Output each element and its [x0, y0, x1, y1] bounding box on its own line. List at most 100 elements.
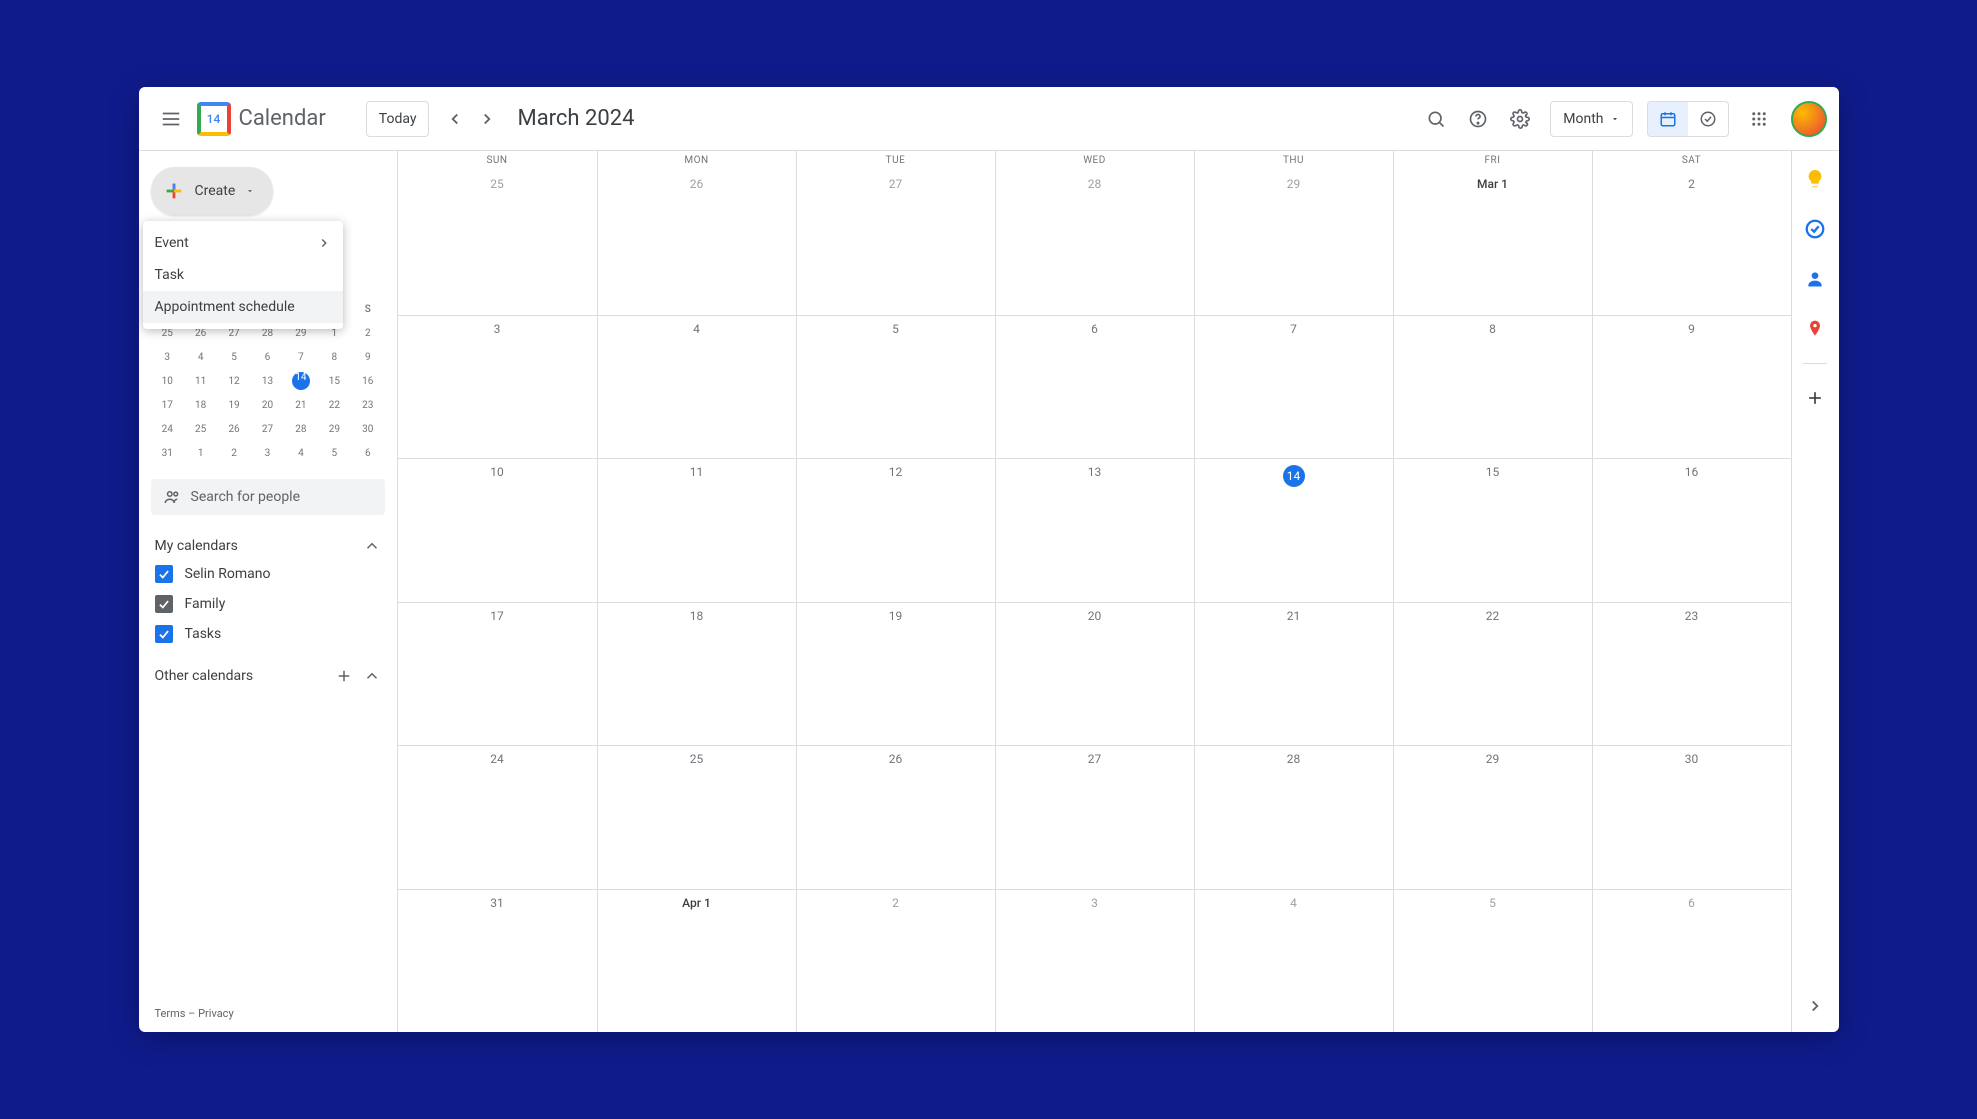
mini-date[interactable]: 6	[351, 441, 384, 465]
mini-date[interactable]: 25	[184, 417, 217, 441]
mini-date[interactable]: 2	[351, 321, 384, 345]
checkbox[interactable]	[155, 565, 173, 583]
day-cell[interactable]: Mar 1	[1393, 171, 1592, 315]
support-button[interactable]	[1458, 99, 1498, 139]
day-cell[interactable]: 31	[398, 890, 597, 1033]
mini-date[interactable]: 22	[318, 393, 351, 417]
day-cell[interactable]: 26	[796, 746, 995, 889]
side-app-add[interactable]	[1799, 382, 1831, 414]
mini-date[interactable]: 16	[351, 369, 384, 393]
mini-date[interactable]: 14	[284, 369, 317, 393]
day-cell[interactable]: 12	[796, 459, 995, 602]
day-cell[interactable]: 22	[1393, 603, 1592, 746]
day-cell[interactable]: 4	[597, 316, 796, 459]
side-app-tasks[interactable]	[1799, 213, 1831, 245]
mini-date[interactable]: 13	[251, 369, 284, 393]
create-menu-appointment-schedule[interactable]: Appointment schedule	[143, 291, 343, 323]
checkbox[interactable]	[155, 625, 173, 643]
mini-date[interactable]: 21	[284, 393, 317, 417]
logo[interactable]: 14 Calendar	[197, 102, 326, 136]
mini-date[interactable]: 10	[151, 369, 184, 393]
day-cell[interactable]: 29	[1194, 171, 1393, 315]
day-cell[interactable]: 14	[1194, 459, 1393, 602]
mini-date[interactable]: 12	[217, 369, 250, 393]
mini-date[interactable]: 18	[184, 393, 217, 417]
calendar-layout-button[interactable]	[1648, 102, 1688, 136]
day-cell[interactable]: 3	[398, 316, 597, 459]
settings-button[interactable]	[1500, 99, 1540, 139]
mini-date[interactable]: 4	[184, 345, 217, 369]
day-cell[interactable]: 27	[796, 171, 995, 315]
day-cell[interactable]: 4	[1194, 890, 1393, 1033]
day-cell[interactable]: 30	[1592, 746, 1791, 889]
day-cell[interactable]: 25	[597, 746, 796, 889]
mini-date[interactable]: 5	[318, 441, 351, 465]
day-cell[interactable]: 25	[398, 171, 597, 315]
mini-date[interactable]: 3	[151, 345, 184, 369]
plus-icon[interactable]	[335, 667, 353, 685]
day-cell[interactable]: 26	[597, 171, 796, 315]
mini-date[interactable]: 2	[217, 441, 250, 465]
other-calendars-header[interactable]: Other calendars	[151, 667, 385, 685]
mini-date[interactable]: 28	[284, 417, 317, 441]
mini-date[interactable]: 6	[251, 345, 284, 369]
mini-date[interactable]: 5	[217, 345, 250, 369]
mini-date[interactable]: 15	[318, 369, 351, 393]
day-cell[interactable]: 6	[995, 316, 1194, 459]
day-cell[interactable]: 2	[796, 890, 995, 1033]
side-app-contacts[interactable]	[1799, 263, 1831, 295]
tasks-layout-button[interactable]	[1688, 102, 1728, 136]
day-cell[interactable]: 28	[995, 171, 1194, 315]
day-cell[interactable]: 8	[1393, 316, 1592, 459]
mini-date[interactable]: 1	[184, 441, 217, 465]
day-cell[interactable]: 7	[1194, 316, 1393, 459]
my-calendars-header[interactable]: My calendars	[151, 537, 385, 555]
day-cell[interactable]: 2	[1592, 171, 1791, 315]
mini-date[interactable]: 3	[251, 441, 284, 465]
day-cell[interactable]: 3	[995, 890, 1194, 1033]
mini-date[interactable]: 20	[251, 393, 284, 417]
mini-date[interactable]: 19	[217, 393, 250, 417]
side-app-maps[interactable]	[1799, 313, 1831, 345]
mini-date[interactable]: 23	[351, 393, 384, 417]
mini-date[interactable]: 30	[351, 417, 384, 441]
day-cell[interactable]: 19	[796, 603, 995, 746]
create-menu-event[interactable]: Event	[143, 227, 343, 259]
mini-date[interactable]: 9	[351, 345, 384, 369]
mini-date[interactable]: 8	[318, 345, 351, 369]
calendar-item[interactable]: Tasks	[151, 623, 385, 645]
next-button[interactable]	[471, 103, 503, 135]
create-menu-task[interactable]: Task	[143, 259, 343, 291]
day-cell[interactable]: 23	[1592, 603, 1791, 746]
mini-date[interactable]: 7	[284, 345, 317, 369]
mini-date[interactable]: 27	[251, 417, 284, 441]
google-apps-button[interactable]	[1739, 99, 1779, 139]
day-cell[interactable]: 16	[1592, 459, 1791, 602]
day-cell[interactable]: 18	[597, 603, 796, 746]
calendar-item[interactable]: Selin Romano	[151, 563, 385, 585]
view-selector[interactable]: Month	[1550, 101, 1632, 137]
day-cell[interactable]: 17	[398, 603, 597, 746]
mini-date[interactable]: 24	[151, 417, 184, 441]
create-button[interactable]: Create	[151, 167, 274, 215]
mini-date[interactable]: 4	[284, 441, 317, 465]
day-cell[interactable]: 9	[1592, 316, 1791, 459]
mini-date[interactable]: 29	[318, 417, 351, 441]
day-cell[interactable]: 11	[597, 459, 796, 602]
mini-date[interactable]: 11	[184, 369, 217, 393]
day-cell[interactable]: 20	[995, 603, 1194, 746]
day-cell[interactable]: 5	[1393, 890, 1592, 1033]
day-cell[interactable]: 24	[398, 746, 597, 889]
day-cell[interactable]: 5	[796, 316, 995, 459]
day-cell[interactable]: 29	[1393, 746, 1592, 889]
mini-date[interactable]: 31	[151, 441, 184, 465]
prev-button[interactable]	[439, 103, 471, 135]
day-cell[interactable]: 15	[1393, 459, 1592, 602]
calendar-item[interactable]: Family	[151, 593, 385, 615]
day-cell[interactable]: 10	[398, 459, 597, 602]
main-menu-button[interactable]	[151, 99, 191, 139]
side-app-keep[interactable]	[1799, 163, 1831, 195]
day-cell[interactable]: 27	[995, 746, 1194, 889]
mini-date[interactable]: 17	[151, 393, 184, 417]
search-people-input[interactable]: Search for people	[151, 479, 385, 515]
